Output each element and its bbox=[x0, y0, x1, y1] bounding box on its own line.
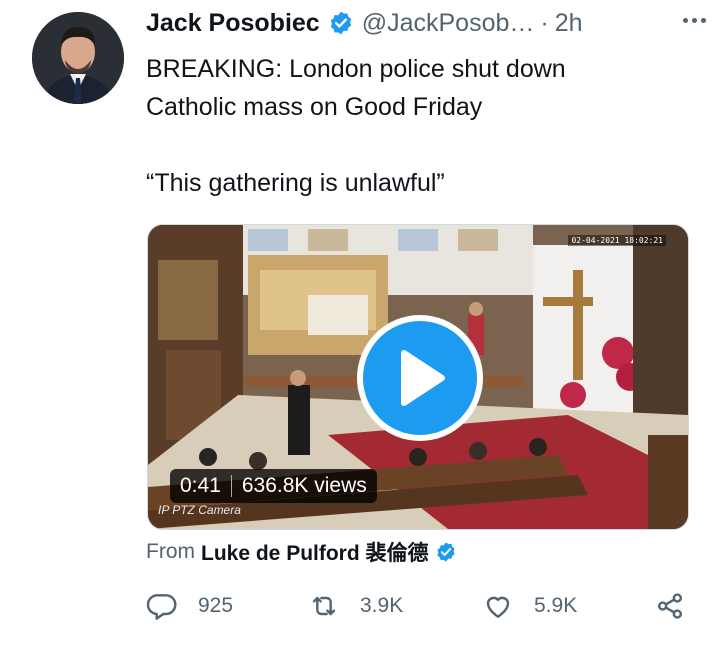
profile-photo bbox=[32, 12, 124, 104]
tweet-header: Jack Posobiec @JackPosob… · 2h bbox=[146, 6, 700, 40]
reply-icon bbox=[146, 594, 177, 620]
heart-icon bbox=[486, 596, 510, 618]
retweet-count: 3.9K bbox=[360, 594, 404, 617]
verified-badge-icon bbox=[330, 11, 351, 35]
reply-button[interactable]: 925 bbox=[146, 590, 233, 622]
author-name[interactable]: Jack Posobiec bbox=[146, 9, 320, 38]
reply-count: 925 bbox=[198, 594, 234, 617]
video-stats-badge: 0:41 636.8K views bbox=[170, 469, 377, 503]
tweet-actions: 925 3.9K 5.9K bbox=[146, 590, 706, 630]
video-duration: 0:41 bbox=[180, 474, 221, 497]
video-views: 636.8K views bbox=[241, 474, 367, 497]
from-prefix: From bbox=[146, 540, 195, 563]
source-account-link[interactable]: Luke de Pulford 裴倫德 bbox=[201, 537, 429, 567]
author-handle[interactable]: @JackPosob… bbox=[362, 9, 535, 38]
more-options-icon[interactable] bbox=[683, 18, 706, 23]
share-button[interactable] bbox=[654, 590, 686, 622]
like-button[interactable]: 5.9K bbox=[482, 590, 577, 622]
verified-badge-icon bbox=[436, 542, 455, 562]
avatar[interactable] bbox=[32, 12, 124, 104]
tweet-timestamp[interactable]: 2h bbox=[555, 9, 583, 38]
share-icon bbox=[658, 593, 682, 619]
like-count: 5.9K bbox=[534, 594, 578, 617]
retweet-button[interactable]: 3.9K bbox=[308, 590, 403, 622]
camera-label: IP PTZ Camera bbox=[158, 503, 241, 517]
retweet-icon bbox=[312, 596, 336, 616]
camera-timestamp: 02-04-2021 18:02:21 bbox=[568, 235, 666, 246]
play-button[interactable] bbox=[357, 315, 483, 441]
separator-dot: · bbox=[540, 8, 549, 37]
tweet-text: BREAKING: London police shut down Cathol… bbox=[146, 55, 566, 197]
play-icon bbox=[401, 350, 445, 406]
video-attribution: From Luke de Pulford 裴倫德 bbox=[146, 537, 457, 567]
video-player[interactable]: 02-04-2021 18:02:21 0:41 636.8K views IP… bbox=[147, 224, 689, 530]
